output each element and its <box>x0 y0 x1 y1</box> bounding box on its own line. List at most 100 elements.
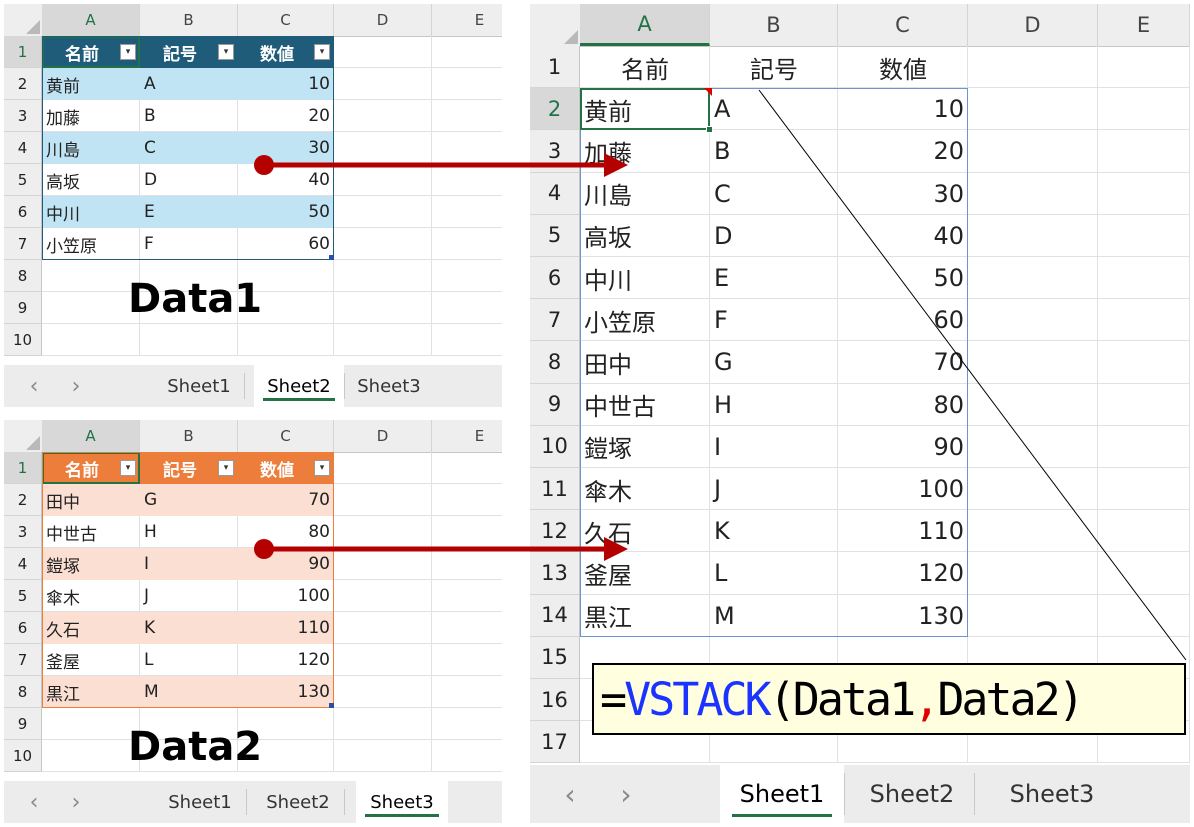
grid-cell[interactable] <box>334 68 432 100</box>
grid-cell[interactable] <box>42 260 140 292</box>
row-header-6[interactable]: 6 <box>4 196 42 228</box>
grid-cell[interactable] <box>334 548 432 580</box>
table-resize-handle[interactable] <box>329 703 334 708</box>
row-header-11[interactable]: 11 <box>530 468 580 511</box>
grid-cell[interactable] <box>1098 594 1190 637</box>
column-header-b[interactable]: B <box>140 420 238 452</box>
grid-cell[interactable] <box>968 383 1098 426</box>
row-header-2[interactable]: 2 <box>530 88 580 131</box>
grid-cell[interactable] <box>968 130 1098 173</box>
row-header-13[interactable]: 13 <box>530 552 580 595</box>
sheet-tab-sheet1[interactable]: Sheet1 <box>154 365 244 407</box>
grid-cell[interactable] <box>334 580 432 612</box>
row-header-3[interactable]: 3 <box>530 130 580 173</box>
row-header-9[interactable]: 9 <box>4 708 42 740</box>
grid-cell[interactable] <box>432 644 502 676</box>
grid-cell[interactable] <box>1098 341 1190 384</box>
grid-cell[interactable] <box>432 100 502 132</box>
grid-cell[interactable] <box>432 292 502 324</box>
column-header-e[interactable]: E <box>1098 4 1190 46</box>
tab-scroll-next-icon[interactable]: › <box>64 365 88 407</box>
row-header-2[interactable]: 2 <box>4 484 42 516</box>
grid-cell[interactable] <box>334 516 432 548</box>
column-header-e[interactable]: E <box>432 4 502 36</box>
row-header-10[interactable]: 10 <box>4 324 42 356</box>
sheet-tab-sheet2[interactable]: Sheet2 <box>850 765 974 823</box>
grid-cell[interactable] <box>1098 172 1190 215</box>
grid-cell[interactable] <box>42 324 140 356</box>
tab-scroll-prev-icon[interactable]: ‹ <box>22 781 46 823</box>
sheet-tab-sheet2[interactable]: Sheet2 <box>254 365 344 407</box>
row-header-3[interactable]: 3 <box>4 516 42 548</box>
column-header-b[interactable]: B <box>140 4 238 36</box>
grid-cell[interactable] <box>334 100 432 132</box>
tab-scroll-next-icon[interactable]: › <box>614 765 638 823</box>
grid-cell[interactable] <box>42 292 140 324</box>
row-header-16[interactable]: 16 <box>530 679 580 722</box>
grid-cell[interactable] <box>432 452 502 484</box>
grid-cell[interactable] <box>432 740 502 772</box>
grid-cell[interactable] <box>42 708 140 740</box>
grid-cell[interactable] <box>334 36 432 68</box>
row-header-10[interactable]: 10 <box>530 425 580 468</box>
column-header-e[interactable]: E <box>432 420 502 452</box>
row-header-15[interactable]: 15 <box>530 636 580 679</box>
grid-cell[interactable] <box>968 299 1098 342</box>
grid-cell[interactable] <box>334 676 432 708</box>
row-header-3[interactable]: 3 <box>4 100 42 132</box>
grid-cell[interactable] <box>42 740 140 772</box>
grid-cell[interactable] <box>140 324 238 356</box>
grid-cell[interactable] <box>334 484 432 516</box>
grid-cell[interactable] <box>334 740 432 772</box>
row-header-1[interactable]: 1 <box>530 46 580 89</box>
table-resize-handle[interactable] <box>329 255 334 260</box>
grid-cell[interactable] <box>968 46 1098 89</box>
select-all-corner[interactable] <box>4 420 43 452</box>
row-header-2[interactable]: 2 <box>4 68 42 100</box>
column-header-c[interactable]: C <box>238 420 334 452</box>
grid-cell[interactable] <box>334 644 432 676</box>
grid-cell[interactable] <box>432 676 502 708</box>
row-header-10[interactable]: 10 <box>4 740 42 772</box>
grid-cell[interactable] <box>432 196 502 228</box>
grid-cell[interactable] <box>1098 46 1190 89</box>
grid-cell[interactable] <box>1098 552 1190 595</box>
grid-cell[interactable] <box>334 324 432 356</box>
row-header-5[interactable]: 5 <box>530 214 580 257</box>
grid-cell[interactable] <box>968 594 1098 637</box>
sheet-tab-sheet2[interactable]: Sheet2 <box>252 781 344 823</box>
row-header-7[interactable]: 7 <box>4 644 42 676</box>
grid-cell[interactable] <box>1098 130 1190 173</box>
grid-cell[interactable] <box>334 196 432 228</box>
row-header-8[interactable]: 8 <box>4 676 42 708</box>
row-header-4[interactable]: 4 <box>4 548 42 580</box>
grid-cell[interactable] <box>432 324 502 356</box>
grid-cell[interactable] <box>432 228 502 260</box>
column-header-c[interactable]: C <box>838 4 968 46</box>
row-header-7[interactable]: 7 <box>530 299 580 342</box>
row-header-7[interactable]: 7 <box>4 228 42 260</box>
row-header-8[interactable]: 8 <box>4 260 42 292</box>
row-header-8[interactable]: 8 <box>530 341 580 384</box>
grid-cell[interactable] <box>968 214 1098 257</box>
grid-cell[interactable] <box>238 324 334 356</box>
tab-scroll-next-icon[interactable]: › <box>64 781 88 823</box>
column-header-a[interactable]: A <box>580 4 710 46</box>
select-all-corner[interactable] <box>4 4 43 36</box>
grid-cell[interactable] <box>968 468 1098 511</box>
grid-cell[interactable] <box>432 612 502 644</box>
grid-cell[interactable] <box>432 260 502 292</box>
row-header-17[interactable]: 17 <box>530 721 580 764</box>
grid-cell[interactable] <box>432 164 502 196</box>
grid-cell[interactable] <box>968 341 1098 384</box>
grid-cell[interactable] <box>968 257 1098 300</box>
column-header-d[interactable]: D <box>334 420 432 452</box>
grid-cell[interactable] <box>334 260 432 292</box>
grid-cell[interactable] <box>1098 257 1190 300</box>
row-header-4[interactable]: 4 <box>530 172 580 215</box>
column-header-a[interactable]: A <box>42 420 140 452</box>
grid-cell[interactable] <box>334 612 432 644</box>
grid-cell[interactable] <box>1098 510 1190 553</box>
grid-cell[interactable] <box>334 292 432 324</box>
row-header-6[interactable]: 6 <box>4 612 42 644</box>
